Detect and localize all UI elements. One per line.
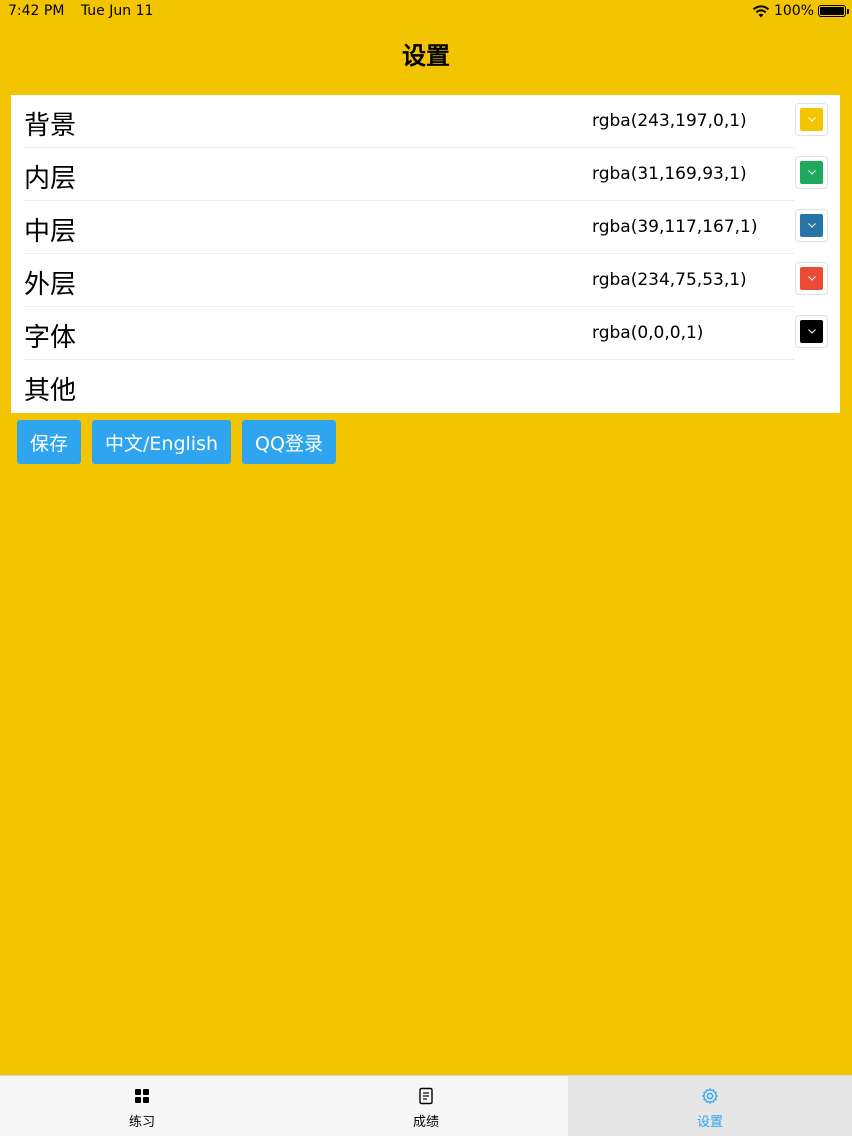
- setting-label: 内层: [24, 164, 77, 194]
- setting-label: 背景: [24, 111, 77, 141]
- tab-settings[interactable]: 设置: [568, 1076, 852, 1136]
- setting-row-outer: 外层 rgba(234,75,53,1): [11, 254, 840, 307]
- color-picker-button[interactable]: [795, 156, 828, 189]
- gear-icon: [702, 1088, 718, 1104]
- setting-row-inner: 内层 rgba(31,169,93,1): [11, 148, 840, 201]
- save-button[interactable]: 保存: [17, 420, 82, 464]
- tab-practice[interactable]: 练习: [0, 1076, 284, 1136]
- page-title: 设置: [402, 42, 450, 70]
- setting-row-font: 字体 rgba(0,0,0,1): [11, 307, 840, 360]
- chevron-down-icon: [807, 117, 816, 122]
- setting-value: rgba(234,75,53,1): [592, 270, 747, 290]
- color-swatch: [800, 108, 823, 131]
- setting-label: 其他: [24, 376, 77, 406]
- grid-icon: [135, 1089, 149, 1103]
- color-swatch: [800, 267, 823, 290]
- color-picker-button[interactable]: [795, 262, 828, 295]
- setting-label: 字体: [24, 323, 77, 353]
- setting-label: 外层: [24, 270, 77, 300]
- chevron-down-icon: [807, 329, 816, 334]
- chevron-down-icon: [807, 276, 816, 281]
- color-picker-button[interactable]: [795, 209, 828, 242]
- action-buttons: 保存 中文/English QQ登录: [17, 420, 336, 464]
- color-picker-button[interactable]: [795, 315, 828, 348]
- setting-row-middle: 中层 rgba(39,117,167,1): [11, 201, 840, 254]
- wifi-icon: [752, 5, 770, 18]
- chevron-down-icon: [807, 170, 816, 175]
- battery-percent: 100%: [773, 3, 814, 19]
- battery-icon: [818, 5, 849, 17]
- status-right: 100%: [752, 3, 849, 19]
- setting-value: rgba(31,169,93,1): [592, 164, 747, 184]
- color-swatch: [800, 161, 823, 184]
- color-swatch: [800, 320, 823, 343]
- setting-value: rgba(0,0,0,1): [592, 323, 704, 343]
- document-icon: [419, 1087, 433, 1105]
- status-time: 7:42 PM: [8, 3, 65, 19]
- setting-value: rgba(39,117,167,1): [592, 217, 758, 237]
- status-bar: 7:42 PM Tue Jun 11 100%: [0, 0, 852, 24]
- tab-label: 练习: [128, 1115, 155, 1130]
- tab-label: 成绩: [412, 1115, 439, 1130]
- qq-login-button[interactable]: QQ登录: [242, 420, 336, 464]
- tab-bar: 练习 成绩 设置: [0, 1075, 852, 1136]
- color-swatch: [800, 214, 823, 237]
- setting-label: 中层: [24, 217, 77, 247]
- chevron-down-icon: [807, 223, 816, 228]
- status-date: Tue Jun 11: [80, 3, 154, 19]
- setting-row-other[interactable]: 其他: [11, 360, 840, 413]
- color-picker-button[interactable]: [795, 103, 828, 136]
- tab-scores[interactable]: 成绩: [284, 1076, 568, 1136]
- language-toggle-button[interactable]: 中文/English: [92, 420, 232, 464]
- setting-value: rgba(243,197,0,1): [592, 111, 747, 131]
- status-left: 7:42 PM Tue Jun 11: [8, 3, 165, 19]
- tab-label: 设置: [696, 1115, 723, 1130]
- setting-row-background: 背景 rgba(243,197,0,1): [11, 95, 840, 148]
- settings-list: 背景 rgba(243,197,0,1) 内层 rgba(31,169,93,1…: [11, 95, 840, 413]
